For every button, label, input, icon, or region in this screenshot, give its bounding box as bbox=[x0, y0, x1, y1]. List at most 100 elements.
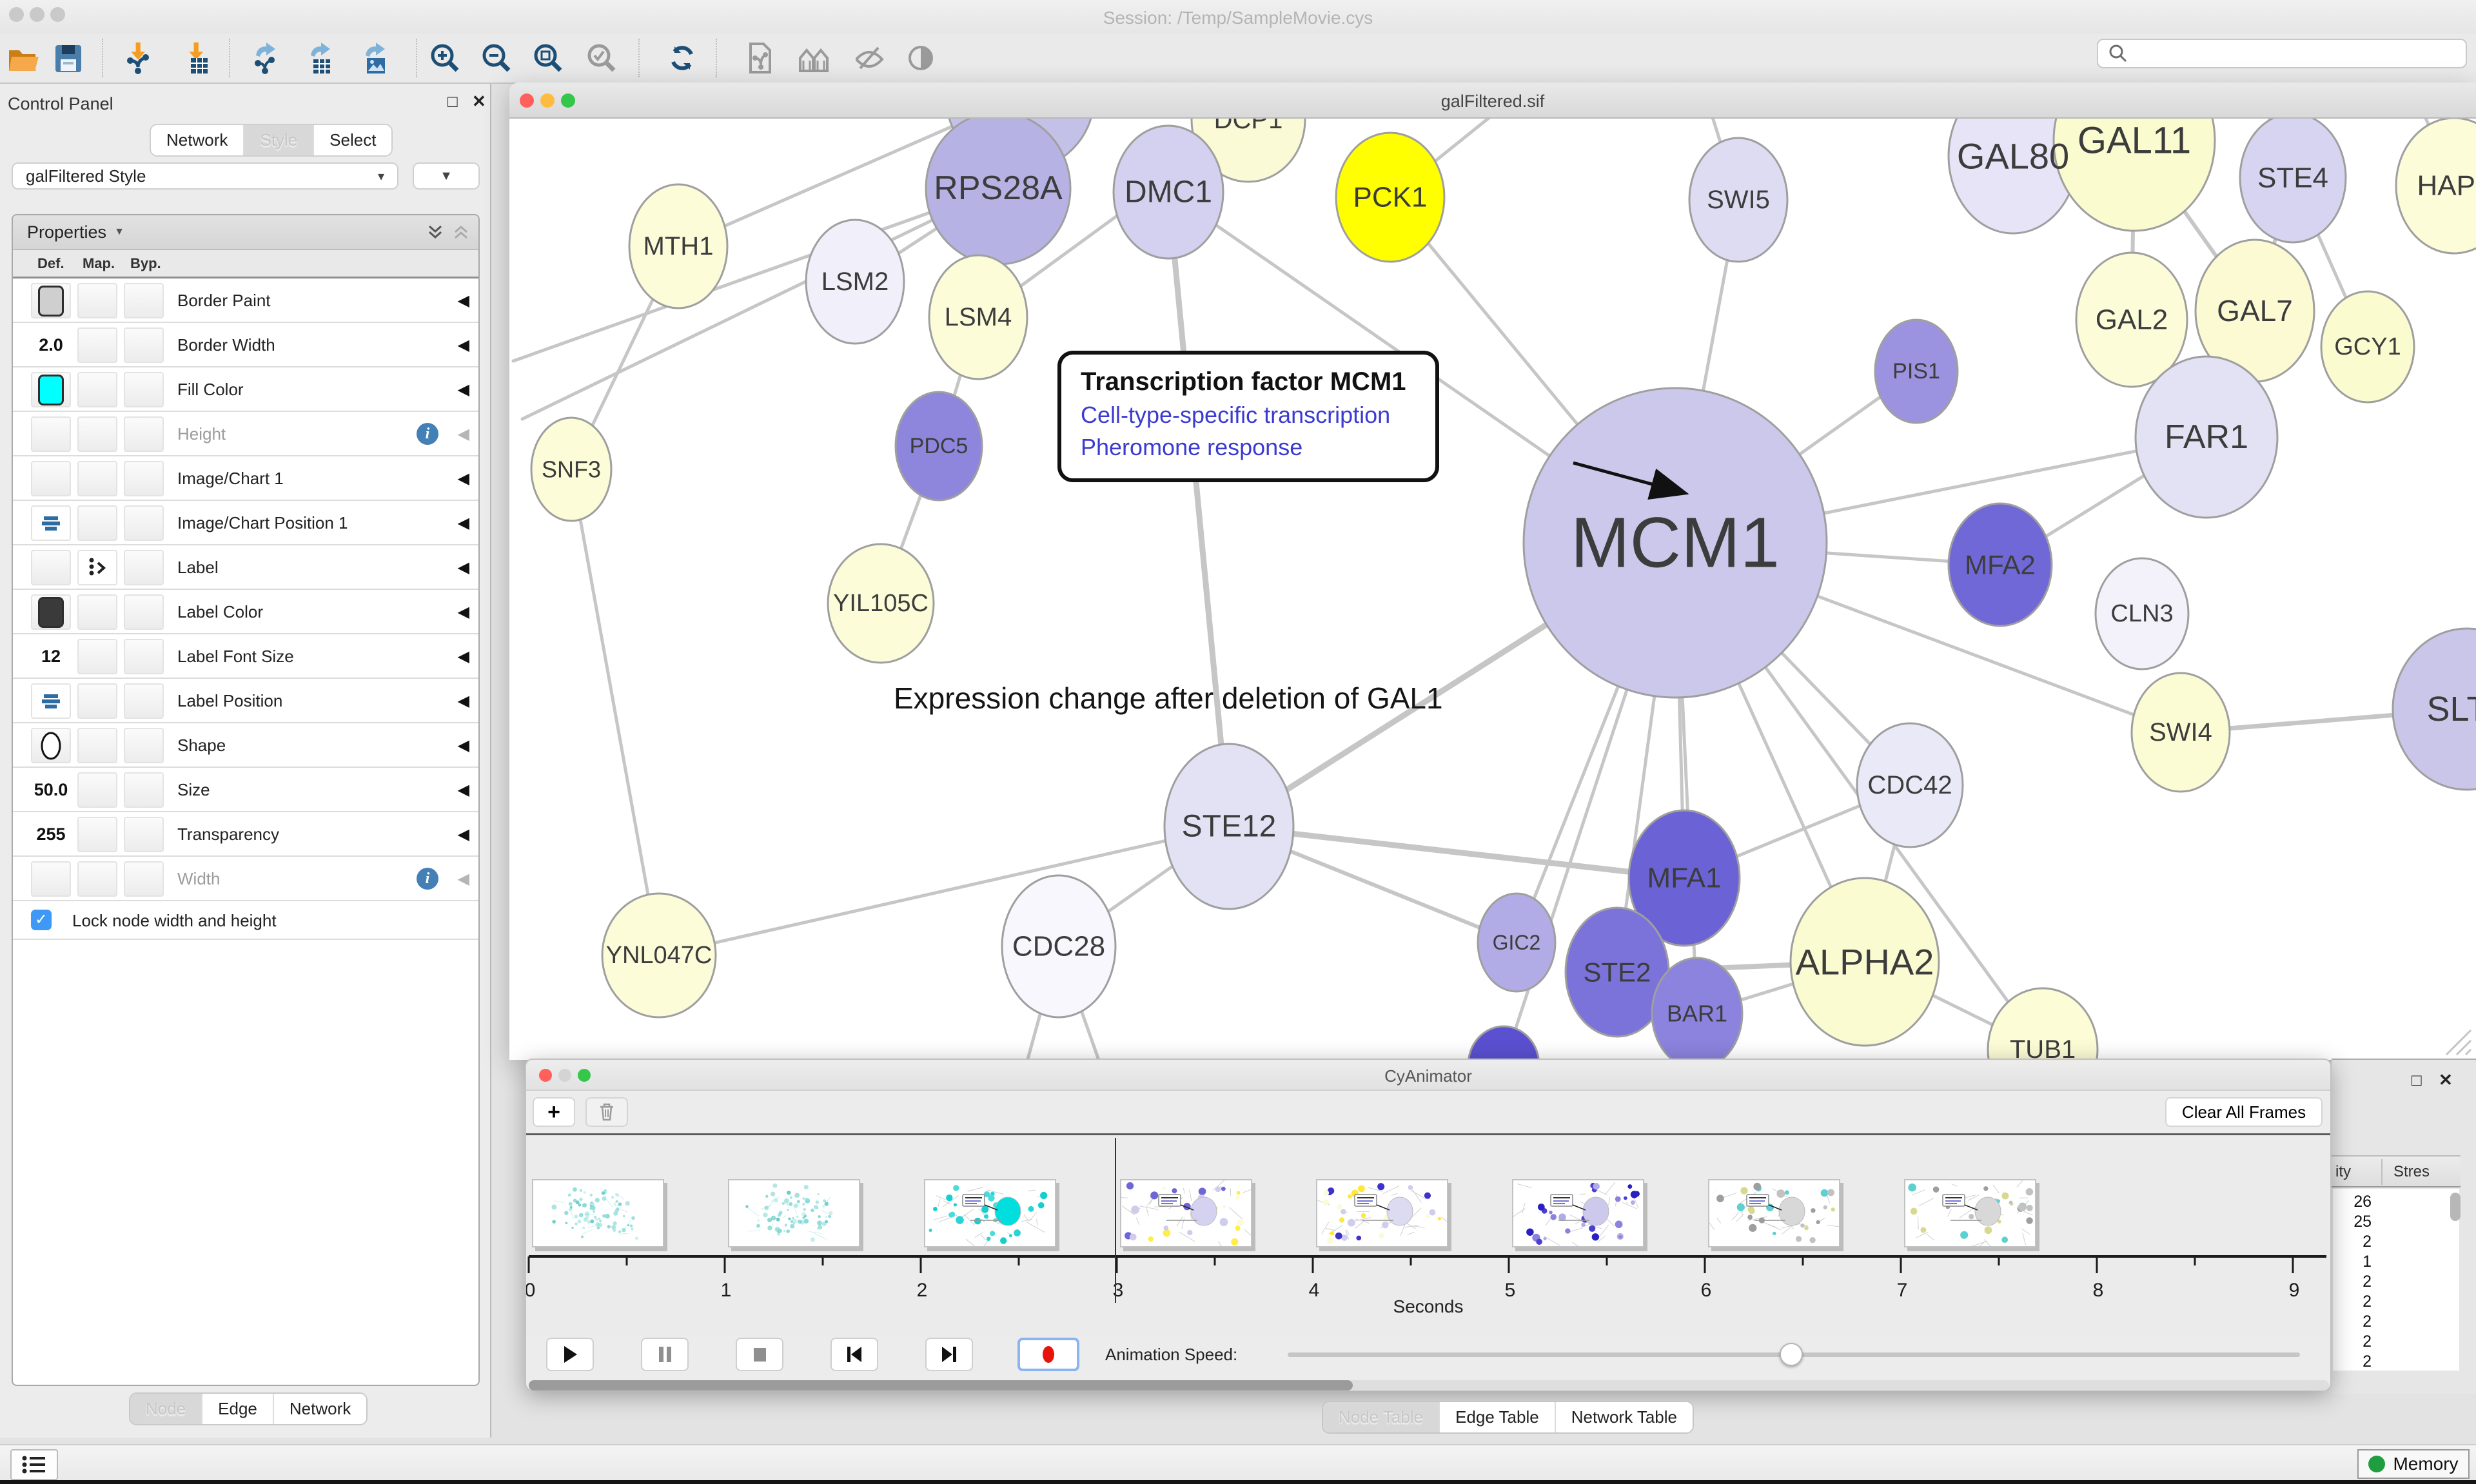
zoom-selected-icon[interactable] bbox=[584, 40, 620, 76]
lock-size-checkbox[interactable]: ✓ bbox=[31, 910, 52, 930]
bypass-cell[interactable] bbox=[124, 639, 164, 674]
default-value-cell[interactable] bbox=[31, 461, 71, 496]
column-header[interactable]: Stres bbox=[2393, 1163, 2430, 1181]
timeline-scrollbar-thumb[interactable] bbox=[529, 1380, 1353, 1391]
node-NODE_B[interactable] bbox=[1468, 1026, 1539, 1060]
clear-all-frames-button[interactable]: Clear All Frames bbox=[2165, 1097, 2323, 1127]
bypass-cell[interactable] bbox=[124, 283, 164, 318]
export-table-icon[interactable] bbox=[303, 40, 339, 76]
default-value-cell[interactable] bbox=[31, 728, 71, 763]
bypass-cell[interactable] bbox=[124, 683, 164, 719]
expand-property-icon[interactable]: ◀ bbox=[458, 768, 469, 812]
bypass-cell[interactable] bbox=[124, 372, 164, 407]
edge-DMC1-STE12[interactable] bbox=[1168, 192, 1229, 826]
property-row[interactable]: Widthi◀ bbox=[13, 857, 478, 901]
property-row[interactable]: Border Paint◀ bbox=[13, 278, 478, 323]
frame-thumbnail-3[interactable] bbox=[924, 1179, 1056, 1247]
tab-node[interactable]: Node bbox=[130, 1394, 201, 1424]
frame-thumbnail-5[interactable] bbox=[1316, 1179, 1448, 1247]
slider-thumb[interactable] bbox=[1780, 1343, 1803, 1366]
frame-thumbnail-6[interactable] bbox=[1512, 1179, 1644, 1247]
refresh-layout-icon[interactable] bbox=[664, 40, 700, 76]
skip-end-button[interactable] bbox=[925, 1338, 973, 1371]
hide-selected-icon[interactable] bbox=[851, 40, 887, 76]
mapping-cell[interactable] bbox=[77, 283, 117, 318]
expand-property-icon[interactable]: ◀ bbox=[458, 590, 469, 634]
resize-grip[interactable] bbox=[2442, 1026, 2472, 1056]
mapping-cell[interactable] bbox=[77, 416, 117, 452]
bypass-cell[interactable] bbox=[124, 728, 164, 763]
frame-thumbnail-8[interactable] bbox=[1904, 1179, 2036, 1247]
search-input[interactable] bbox=[2129, 44, 2451, 64]
open-folder-icon[interactable] bbox=[5, 40, 41, 76]
first-neighbors-icon[interactable] bbox=[796, 40, 832, 76]
expand-property-icon[interactable]: ◀ bbox=[458, 278, 469, 323]
record-button[interactable] bbox=[1017, 1338, 1079, 1371]
expand-property-icon[interactable]: ◀ bbox=[458, 857, 469, 901]
properties-header[interactable]: Properties ▼ bbox=[13, 215, 478, 250]
mapping-cell[interactable] bbox=[77, 772, 117, 808]
property-row[interactable]: 50.0Size◀ bbox=[13, 768, 478, 812]
default-value-cell[interactable] bbox=[31, 550, 71, 585]
mapping-cell[interactable] bbox=[77, 327, 117, 363]
float-panel-icon[interactable]: □ bbox=[2412, 1070, 2422, 1090]
tab-network-table[interactable]: Network Table bbox=[1555, 1402, 1693, 1432]
bypass-cell[interactable] bbox=[124, 461, 164, 496]
property-row[interactable]: Image/Chart Position 1◀ bbox=[13, 501, 478, 545]
expand-property-icon[interactable]: ◀ bbox=[458, 367, 469, 412]
style-selector-dropdown[interactable]: galFiltered Style ▾ bbox=[12, 162, 398, 190]
pause-button[interactable] bbox=[641, 1338, 689, 1371]
mapping-cell[interactable] bbox=[77, 861, 117, 897]
add-frame-button[interactable]: + bbox=[533, 1097, 575, 1127]
default-value-cell[interactable]: 12 bbox=[31, 639, 71, 674]
expand-property-icon[interactable]: ◀ bbox=[458, 456, 469, 501]
mapping-cell[interactable] bbox=[77, 728, 117, 763]
default-value-cell[interactable] bbox=[31, 372, 71, 407]
default-value-cell[interactable] bbox=[31, 283, 71, 318]
bypass-cell[interactable] bbox=[124, 327, 164, 363]
expand-property-icon[interactable]: ◀ bbox=[458, 679, 469, 723]
expand-property-icon[interactable]: ◀ bbox=[458, 501, 469, 545]
default-value-cell[interactable] bbox=[31, 683, 71, 719]
bypass-cell[interactable] bbox=[124, 817, 164, 852]
timeline-playhead[interactable] bbox=[1115, 1138, 1116, 1303]
expand-property-icon[interactable]: ◀ bbox=[458, 634, 469, 679]
tab-node-table[interactable]: Node Table bbox=[1323, 1402, 1439, 1432]
clone-network-icon[interactable] bbox=[742, 40, 778, 76]
expand-property-icon[interactable]: ◀ bbox=[458, 412, 469, 456]
default-value-cell[interactable]: 50.0 bbox=[31, 772, 71, 808]
expand-property-icon[interactable]: ◀ bbox=[458, 545, 469, 590]
property-row[interactable]: Heighti◀ bbox=[13, 412, 478, 456]
delete-frame-button[interactable] bbox=[585, 1097, 628, 1127]
column-divider[interactable] bbox=[2381, 1159, 2383, 1185]
close-panel-icon[interactable]: ✕ bbox=[472, 92, 486, 112]
mapping-cell[interactable] bbox=[77, 505, 117, 541]
skip-start-button[interactable] bbox=[830, 1338, 878, 1371]
bypass-cell[interactable] bbox=[124, 861, 164, 897]
tab-edge-table[interactable]: Edge Table bbox=[1439, 1402, 1555, 1432]
timeline-area[interactable]: 0123456789 Seconds bbox=[526, 1135, 2330, 1335]
close-panel-icon[interactable]: ✕ bbox=[2439, 1070, 2453, 1090]
bypass-cell[interactable] bbox=[124, 416, 164, 452]
memory-button[interactable]: Memory bbox=[2357, 1449, 2470, 1479]
network-window-titlebar[interactable]: galFiltered.sif bbox=[509, 83, 2476, 119]
edge-STE12-YNL047C[interactable] bbox=[659, 826, 1229, 955]
float-panel-icon[interactable]: □ bbox=[447, 92, 458, 112]
network-canvas[interactable]: DCP1RPS28ADMC1PCK1MTH1LSM2LSM4SNF3PDC5YI… bbox=[509, 119, 2476, 1060]
annotation-link[interactable]: Cell-type-specific transcription bbox=[1081, 402, 1416, 429]
mapping-cell[interactable] bbox=[77, 817, 117, 852]
property-row[interactable]: Shape◀ bbox=[13, 723, 478, 768]
play-button[interactable] bbox=[546, 1338, 594, 1371]
mapping-cell[interactable] bbox=[77, 594, 117, 630]
cyanimator-titlebar[interactable]: CyAnimator bbox=[526, 1060, 2330, 1091]
zoom-fit-icon[interactable] bbox=[530, 40, 566, 76]
tab-network[interactable]: Network bbox=[151, 125, 243, 155]
default-value-cell[interactable] bbox=[31, 861, 71, 897]
bypass-cell[interactable] bbox=[124, 772, 164, 808]
frame-thumbnail-7[interactable] bbox=[1708, 1179, 1840, 1247]
export-network-icon[interactable] bbox=[248, 40, 284, 76]
show-all-icon[interactable] bbox=[903, 40, 939, 76]
tab-select[interactable]: Select bbox=[313, 125, 391, 155]
expand-property-icon[interactable]: ◀ bbox=[458, 723, 469, 768]
task-history-button[interactable] bbox=[10, 1449, 58, 1480]
